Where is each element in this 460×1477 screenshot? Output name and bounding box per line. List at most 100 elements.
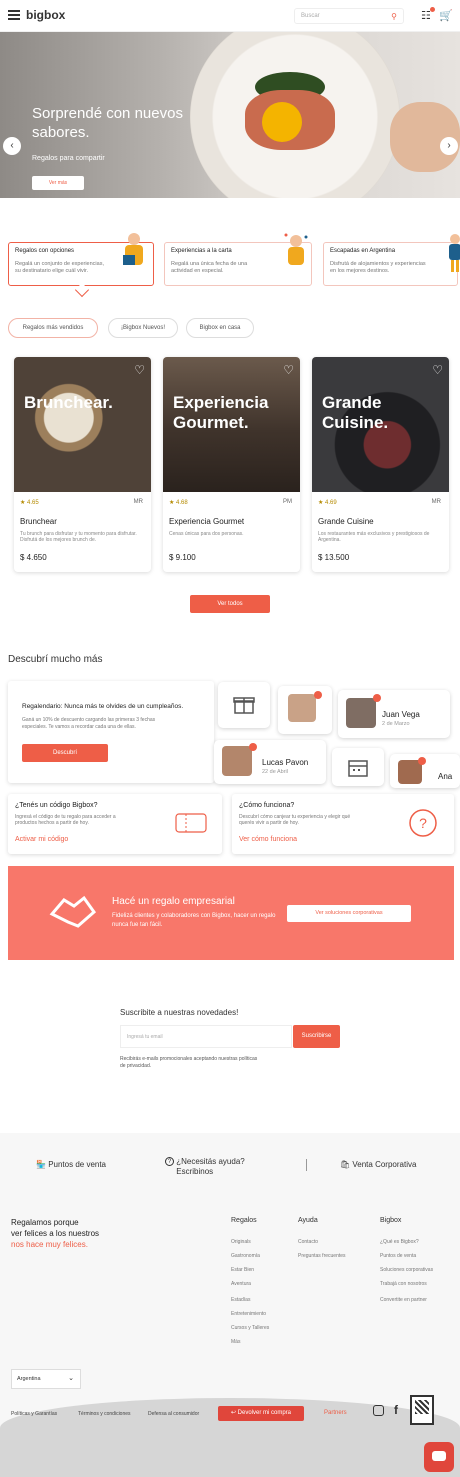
avatar [346,698,376,728]
legal-link[interactable]: Términos y condiciones [78,1411,131,1417]
calendar-icon[interactable]: ☷ [421,9,431,22]
legal-link[interactable]: Políticas y Garantías [11,1411,57,1417]
prev-arrow-icon[interactable]: ‹ [3,137,21,155]
contact-date: 22 de Abril [262,769,288,775]
footer-col-title: Ayuda [298,1217,318,1224]
info-title: ¿Cómo funciona? [239,802,295,809]
footer-link[interactable]: Contacto [298,1239,318,1245]
search-input[interactable]: Buscar ⚲ [294,8,404,24]
search-icon[interactable]: ⚲ [391,12,397,21]
instagram-icon[interactable] [373,1405,384,1416]
product-price: $ 13.500 [318,553,350,562]
footer-link[interactable]: Soluciones corporativas [380,1267,433,1273]
category-regalos-opciones[interactable]: Regalos con opciones Regalá un conjunto … [8,233,154,286]
category-desc: Regalá una única fecha de una actividad … [171,261,248,274]
calendar-tile [332,748,384,786]
favorite-heart-icon[interactable]: ♡ [283,363,294,377]
footer-link[interactable]: Gastronomía [231,1253,260,1259]
corporate-sale-link[interactable]: 🛍 Venta Corporativa [340,1160,416,1169]
tagline-highlight: nos hace muy felices. [11,1240,88,1249]
category-experiencias-carta[interactable]: Experiencias a la carta Regalá una única… [164,233,312,286]
footer-link[interactable]: Entretenimiento [231,1311,266,1317]
product-card[interactable]: Grande Cuisine. ♡ bigbox ★ 4.69 MR Grand… [312,357,449,572]
discover-button[interactable]: Descubrí [22,744,108,762]
chat-button[interactable] [424,1442,454,1472]
product-card[interactable]: Experiencia Gourmet. ♡ bigbox ★ 4.68 PM … [163,357,300,572]
traveler-illustration [449,234,460,272]
category-title: Regalos con opciones [15,248,75,254]
rating: ★ 4.68 [169,500,188,506]
svg-text:?: ? [419,815,427,831]
qr-data-fiscal-icon[interactable] [410,1395,434,1425]
notification-dot [430,7,435,12]
footer-link[interactable]: Originals [231,1239,251,1245]
country-select[interactable]: Argentina ⌄ [11,1369,81,1389]
menu-icon[interactable] [8,10,20,20]
location: PM [283,499,292,505]
hero-title: Sorprendé con nuevos sabores. [32,105,183,141]
tab-mas-vendidos[interactable]: Regalos más vendidos [8,318,98,338]
return-label: Devolver mi compra [237,1410,292,1416]
points-of-sale-link[interactable]: 🏪 Puntos de venta [36,1160,106,1169]
contact-name: Juan Vega [382,710,420,719]
contact-name: Lucas Pavon [262,758,309,767]
footer-link[interactable]: Más [231,1339,240,1345]
gift-badge [373,694,381,702]
calendar-icon [348,760,368,777]
location: MR [133,499,143,505]
subscribe-button[interactable]: Suscribirse [293,1025,340,1048]
write-us-label: Escribinos [176,1167,214,1176]
logo[interactable]: bigbox [26,8,65,22]
return-purchase-button[interactable]: ↩ Devolver mi compra [218,1406,304,1421]
product-name: Brunchear [20,517,57,526]
contact-tile [278,686,332,734]
rating-value: 4.69 [325,500,337,506]
footer-link[interactable]: Estar Bien [231,1267,254,1273]
see-all-button[interactable]: Ver todos [190,595,270,613]
footer-link[interactable]: Trabajá con nosotros [380,1281,427,1287]
footer-link[interactable]: Convertite en partner [380,1297,427,1303]
legal-link[interactable]: Defensa al consumidor [148,1411,199,1417]
facebook-icon[interactable]: f [394,1403,398,1417]
corporate-button[interactable]: Ver soluciones corporativas [287,905,411,922]
category-desc: Regalá un conjunto de experiencias, su d… [15,261,104,274]
tagline-line: ver felices a los nuestros [11,1229,100,1238]
footer-col-title: Bigbox [380,1217,402,1224]
need-help-label: ¿Necesitás ayuda? [176,1157,245,1166]
tab-en-casa[interactable]: Bigbox en casa [186,318,254,338]
cart-icon[interactable]: 🛒 [439,9,453,22]
footer-link[interactable]: Aventura [231,1281,251,1287]
hero-button[interactable]: Ver más [32,176,84,190]
help-link[interactable]: ? ¿Necesitás ayuda? Escribinos [165,1157,245,1177]
rating-value: 4.68 [176,500,188,506]
info-desc: Descubrí cómo canjear tu experiencia y e… [239,814,351,826]
gift-tile [218,682,270,728]
favorite-heart-icon[interactable]: ♡ [134,363,145,377]
gift-badge [249,743,257,751]
regalendario-card: Regalendario: Nunca más te olvides de un… [8,681,214,783]
gift-icon [233,697,255,714]
tab-nuevos[interactable]: ¡Bigbox Nuevos! [108,318,178,338]
handshake-icon [49,895,97,928]
favorite-heart-icon[interactable]: ♡ [432,363,443,377]
email-input[interactable]: Ingresá tu email [120,1025,292,1048]
product-overlay-title: Experiencia Gourmet. [173,393,269,432]
how-it-works-link[interactable]: Ver cómo funciona [239,836,297,843]
newsletter-note: Recibirás e-mails promocionales aceptand… [120,1056,258,1069]
product-card[interactable]: Brunchear. ♡ bigbox ★ 4.65 MR Brunchear … [14,357,151,572]
footer-link[interactable]: Preguntas frecuentes [298,1253,346,1259]
tagline: Regalamos porque ver felices a los nuest… [11,1217,99,1250]
footer-link[interactable]: Puntos de venta [380,1253,416,1259]
gift-person-illustration [123,233,143,265]
gift-badge [418,757,426,765]
footer-link[interactable]: ¿Qué es Bigbox? [380,1239,419,1245]
contact-tile-juan: Juan Vega 2 de Marzo [338,690,450,738]
footer-link[interactable]: Cursos y Talleres [231,1325,269,1331]
question-icon: ? [409,809,437,837]
activate-code-link[interactable]: Activar mi código [15,836,68,843]
contact-tile-ana: Ana [390,754,460,788]
category-escapadas[interactable]: Escapadas en Argentina Disfrutá de aloja… [323,234,460,286]
footer-link[interactable]: Estadías [231,1297,250,1303]
partners-link[interactable]: Partners [324,1410,347,1416]
next-arrow-icon[interactable]: › [440,137,458,155]
